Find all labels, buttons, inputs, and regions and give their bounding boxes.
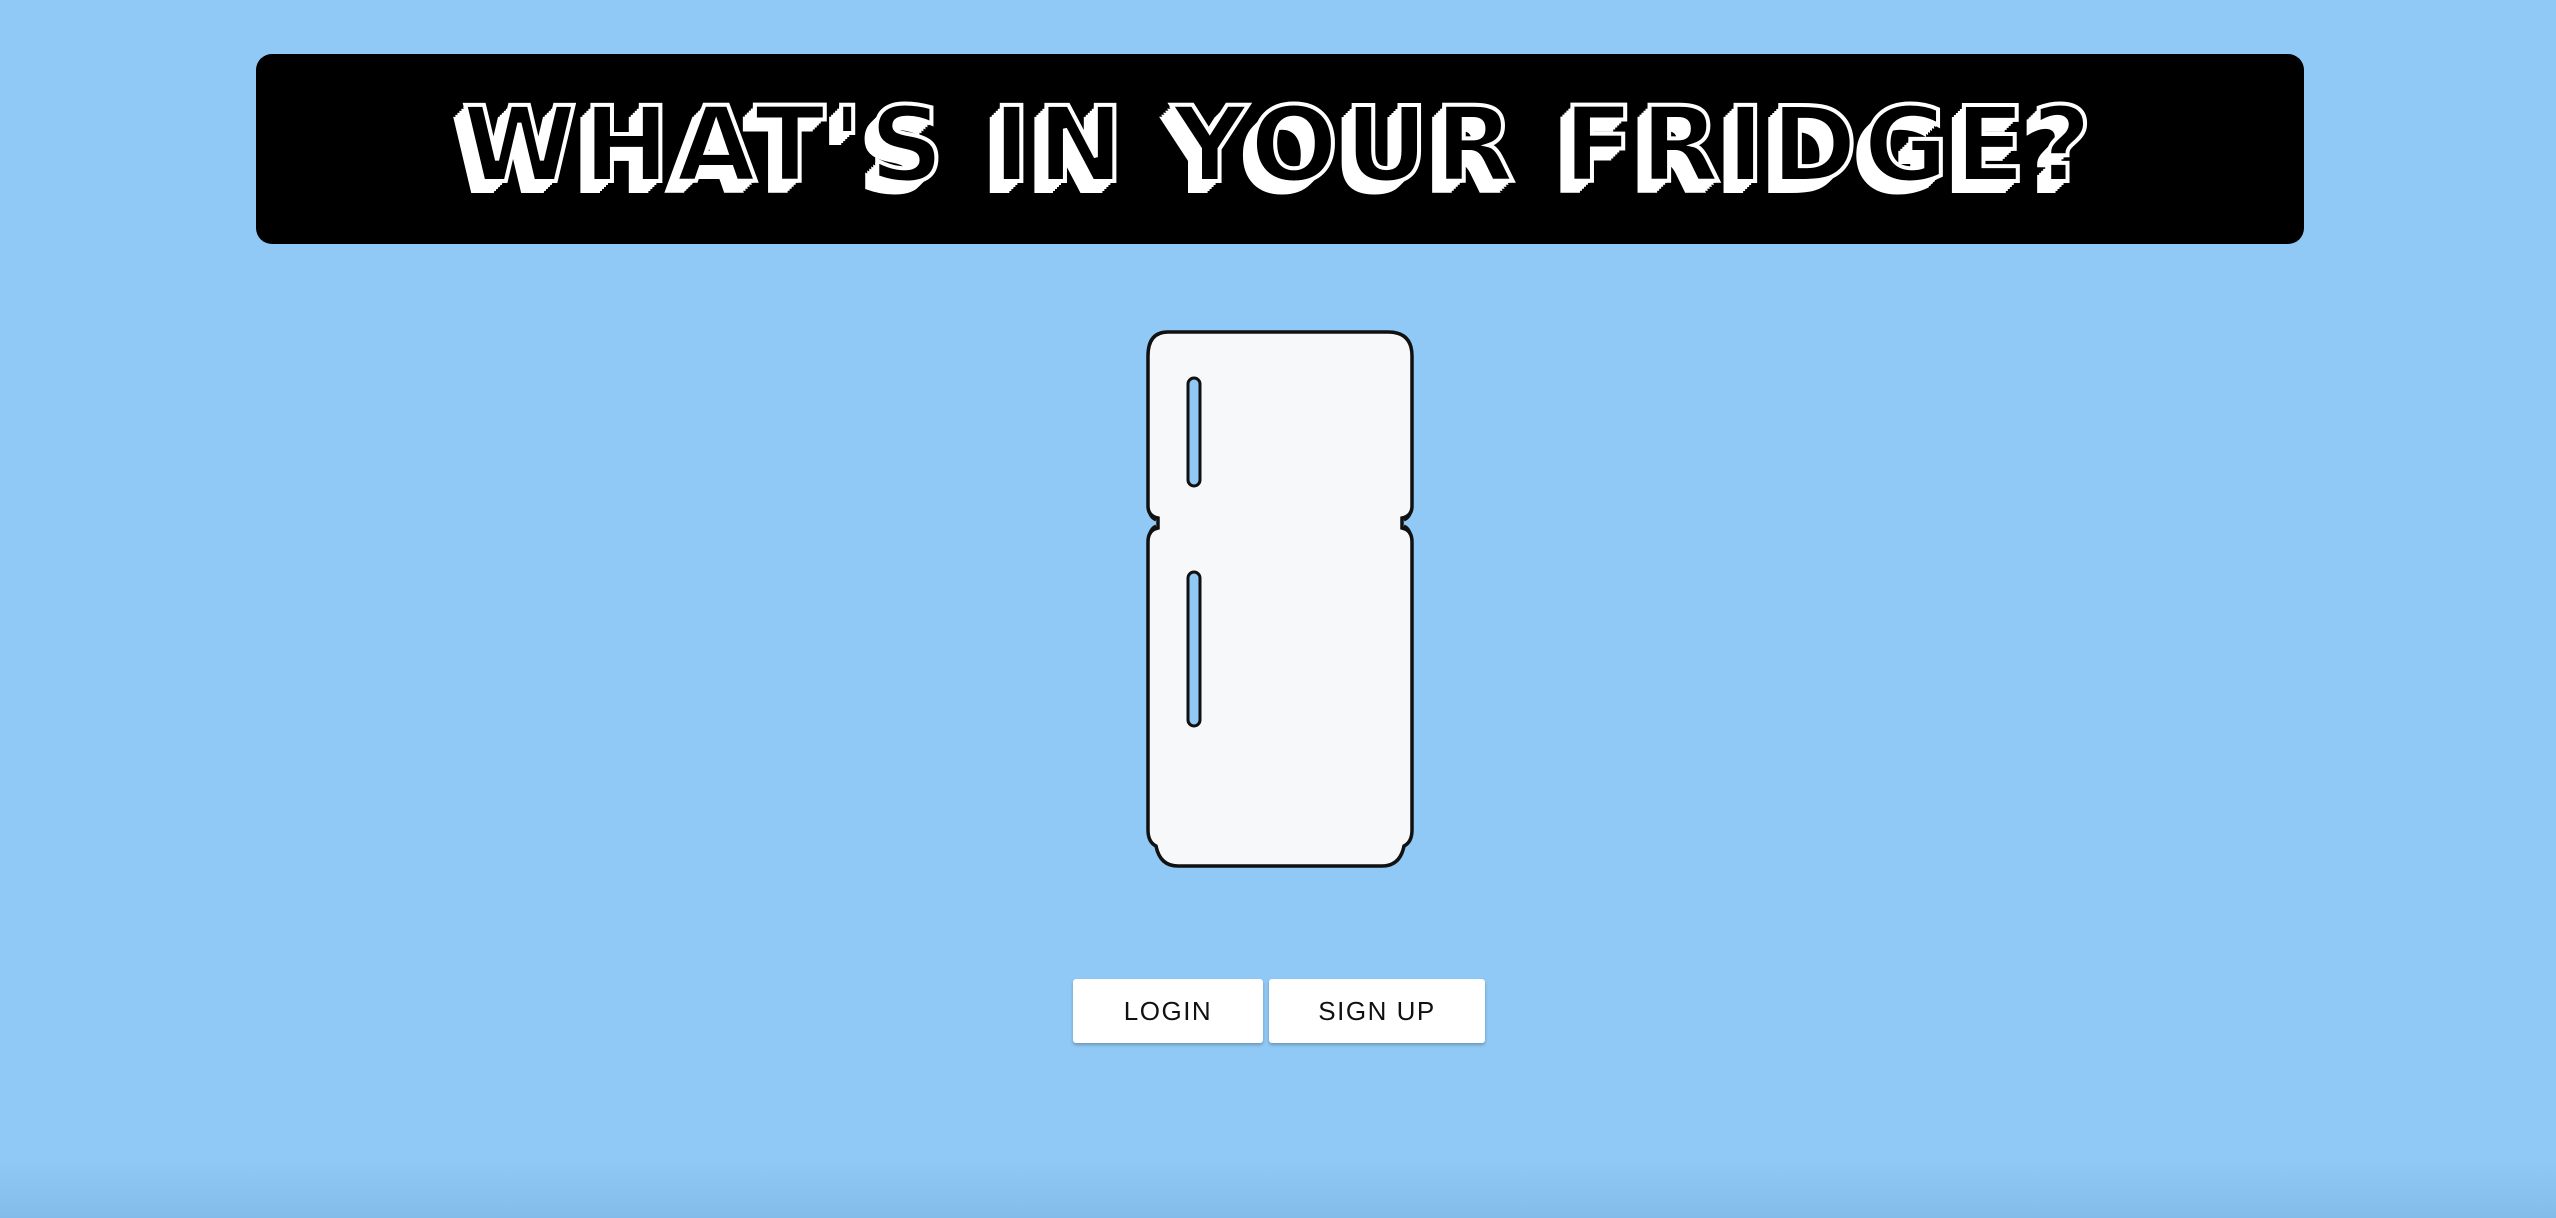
page-title: WHAT'S IN YOUR FRIDGE? [460, 84, 2098, 206]
bottom-door-handle [1186, 570, 1202, 728]
title-banner: WHAT'S IN YOUR FRIDGE? [256, 54, 2304, 244]
fridge-illustration [1142, 330, 1418, 878]
sign-up-button[interactable]: SIGN UP [1269, 979, 1485, 1043]
bottom-shadow [0, 1158, 2556, 1218]
fridge-icon [1146, 330, 1414, 868]
top-door-handle [1186, 376, 1202, 488]
auth-buttons: LOGIN SIGN UP [1073, 979, 1485, 1043]
login-button[interactable]: LOGIN [1073, 979, 1263, 1043]
